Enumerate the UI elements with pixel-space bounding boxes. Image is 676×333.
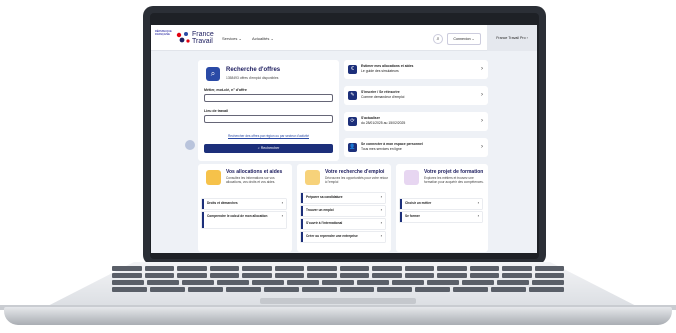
site-header: RÉPUBLIQUE FRANÇAISE France Travail Serv… [151,25,537,51]
book-icon [404,170,419,185]
search-subtitle: 1358493 offres d'emploi disponibles [226,76,279,80]
card-title: Vos allocations et aides [226,169,283,175]
quick-link-title: Se connecter à mon espace personnel [361,142,423,146]
card-link[interactable]: Droits et démarches › [202,199,286,209]
card-description: Décrouvez les opportunités pour votre re… [325,176,389,185]
job-input[interactable] [204,94,333,102]
quick-link-title: S'actualiser [361,116,380,120]
refresh-icon: ⟳ [348,117,357,126]
trackpad [260,298,416,304]
france-travail-logo-icon [176,32,190,43]
money-hand-icon [206,170,221,185]
card-allocations: Vos allocations et aides Consultez les i… [198,164,292,252]
card-description: Explorez les métiers et trouvez une form… [424,176,484,185]
laptop-front-edge [4,307,672,325]
chevron-right-icon: › [481,92,483,98]
card-description: Consultez les informations sur vos alloc… [226,176,276,185]
pen-icon: ✎ [348,91,357,100]
card-training: Votre projet de formation Explorez les m… [396,164,488,252]
card-link[interactable]: Trouver un emploi › [301,206,385,216]
quick-link-subtitle: du 28/01/2025 au 15/02/2025 [361,121,406,125]
chevron-right-icon: › [481,118,483,124]
connexion-button[interactable]: Connexion ⌄ [447,33,481,45]
quick-link-simulators[interactable]: € Estimer mes allocations et aides Le gu… [344,60,488,79]
quick-link-login[interactable]: 👤 Se connecter à mon espace personnel To… [344,138,488,157]
keyboard [112,266,565,296]
card-link[interactable]: Comprendre le calcul de mon allocation › [202,212,286,228]
quick-link-subtitle: Le guide des simulateurs [361,69,399,73]
offer-search-card: ⌕ Recherche d'offres 1358493 offres d'em… [198,60,339,161]
card-link[interactable]: Préparer sa candidature › [301,193,385,203]
nav-services[interactable]: Services ⌄ [222,36,242,41]
quick-link-subtitle: Tous mes services en ligne [361,147,402,151]
quick-link-register[interactable]: ✎ S'inscrire / Se réinscrire Comme deman… [344,86,488,105]
search-title: Recherche d'offres [226,67,281,73]
quick-link-update[interactable]: ⟳ S'actualiser du 28/01/2025 au 15/02/20… [344,112,488,131]
search-icon[interactable]: ⌕ [433,34,443,44]
decorative-dot [185,140,195,150]
quick-link-subtitle: Comme demandeur d'emploi [361,95,405,99]
euro-icon: € [348,65,357,74]
magnifier-icon: ⌕ [206,67,220,81]
card-link[interactable]: Créer ou reprendre une entreprise › [301,232,385,242]
card-title: Votre projet de formation [424,169,484,175]
pro-link[interactable]: France Travail Pro › [487,25,537,51]
screen: RÉPUBLIQUE FRANÇAISE France Travail Serv… [151,25,537,253]
job-label: Métier, mot-clé, n° d'offre [204,88,247,92]
pencil-icon [305,170,320,185]
chevron-right-icon: › [481,66,483,72]
site-logo[interactable]: France Travail [192,31,218,45]
republique-francaise-logo: RÉPUBLIQUE FRANÇAISE [155,30,172,36]
place-input[interactable] [204,115,333,123]
quick-link-title: Estimer mes allocations et aides [361,64,414,68]
card-title: Votre recherche d'emploi [325,169,385,175]
nav-actualites[interactable]: Actualités ⌄ [252,36,274,41]
search-button[interactable]: ⌕ Rechercher [204,144,333,153]
card-link[interactable]: Choisir un métier › [400,199,482,209]
place-label: Lieu de travail [204,109,229,113]
quick-link-title: S'inscrire / Se réinscrire [361,90,400,94]
user-icon: 👤 [348,143,357,152]
search-by-region-link[interactable]: Rechercher des offres par région ou par … [204,134,333,138]
card-link[interactable]: S'ouvrir à l'international › [301,219,385,229]
card-job-search: Votre recherche d'emploi Décrouvez les o… [297,164,391,252]
chevron-right-icon: › [481,144,483,150]
card-link[interactable]: Se former › [400,212,482,222]
